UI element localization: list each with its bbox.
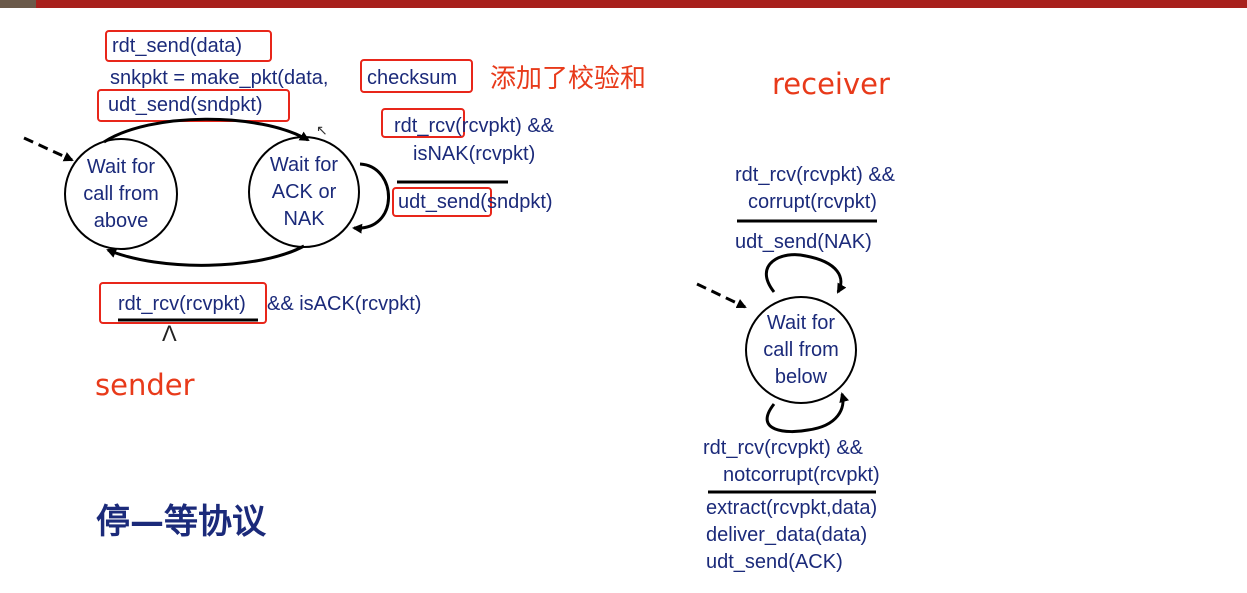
corrupt-self-loop xyxy=(765,253,847,294)
sender-initial-arrow xyxy=(23,136,74,162)
notcorrupt-self-loop xyxy=(765,392,849,434)
arrow-ack-transition xyxy=(106,244,305,267)
arrow-send-transition xyxy=(103,117,310,144)
receiver-initial-arrow xyxy=(696,282,747,309)
nak-self-loop xyxy=(352,162,390,234)
diagram-lines xyxy=(23,117,877,494)
